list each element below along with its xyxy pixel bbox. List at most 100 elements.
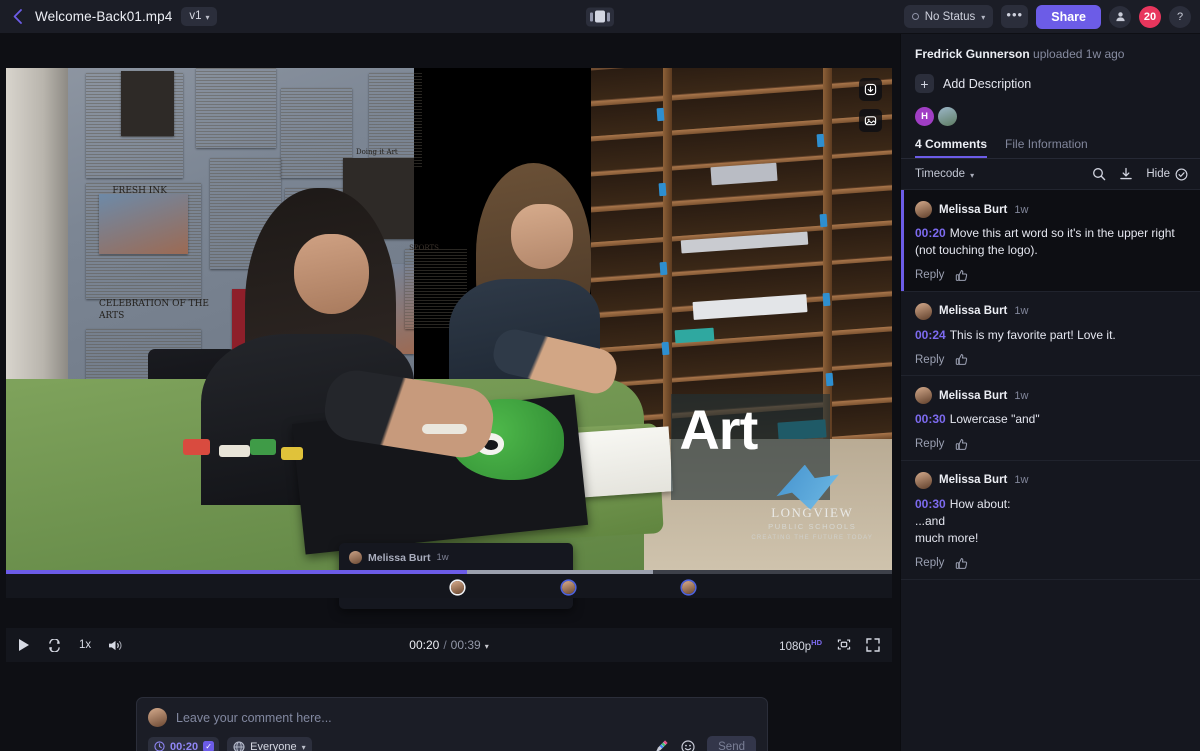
comment-input[interactable] bbox=[176, 710, 756, 725]
comment-timecode[interactable]: 00:24 bbox=[915, 328, 946, 342]
player-pane: FRESH INK CELEBRATION OF THE ARTS Doing … bbox=[0, 34, 900, 751]
composer-input-row bbox=[148, 708, 756, 727]
add-description-label: Add Description bbox=[943, 76, 1032, 91]
chevron-down-icon[interactable]: ▾ bbox=[485, 642, 489, 651]
thumbs-up-icon[interactable] bbox=[955, 557, 968, 570]
timecode-toggle[interactable]: 00:20 ✓ bbox=[148, 736, 220, 751]
avatar bbox=[915, 302, 932, 320]
comment-actions: Reply bbox=[915, 557, 1186, 570]
picture-in-picture-icon[interactable] bbox=[837, 638, 851, 651]
comment-body: 00:24 This is my favorite part! Love it. bbox=[915, 327, 1186, 344]
chevron-left-icon[interactable] bbox=[8, 8, 26, 26]
thumbs-up-icon[interactable] bbox=[955, 353, 968, 366]
top-bar: Welcome-Back01.mp4 v1 ▾ No Status ▾ ••• … bbox=[0, 0, 1200, 34]
comment-text-line: much more! bbox=[915, 531, 979, 546]
loop-icon[interactable] bbox=[47, 638, 62, 652]
comments-sidebar: Fredrick Gunnerson uploaded 1w ago + Add… bbox=[900, 34, 1200, 751]
art-supply bbox=[422, 424, 467, 435]
reply-button[interactable]: Reply bbox=[915, 557, 944, 569]
comment-timecode[interactable]: 00:30 bbox=[915, 497, 946, 511]
timecode-checkbox[interactable]: ✓ bbox=[203, 741, 215, 751]
comment-header: Melissa Burt 1w bbox=[915, 302, 1186, 320]
video-player[interactable]: FRESH INK CELEBRATION OF THE ARTS Doing … bbox=[6, 68, 892, 570]
timeline-comment-marker[interactable] bbox=[451, 581, 465, 594]
comment-item[interactable]: Melissa Burt 1w 00:30 Lowercase "and" Reply bbox=[901, 376, 1200, 461]
notification-badge[interactable]: 20 bbox=[1139, 5, 1161, 28]
comment-item[interactable]: Melissa Burt 1w 00:24 This is my favorite p… bbox=[901, 292, 1200, 377]
comment-actions: Reply bbox=[915, 353, 1186, 366]
avatar[interactable]: H bbox=[915, 107, 934, 126]
audience-selector[interactable]: Everyone ▾ bbox=[227, 736, 312, 751]
add-description-button[interactable]: + Add Description bbox=[901, 61, 1200, 93]
status-selector[interactable]: No Status ▾ bbox=[903, 5, 994, 28]
comment-timecode[interactable]: 00:30 bbox=[915, 412, 946, 426]
current-time: 00:20 bbox=[409, 638, 440, 652]
timeline-comment-marker[interactable] bbox=[681, 581, 695, 594]
thumbs-up-icon[interactable] bbox=[955, 269, 968, 282]
image-media-icon[interactable] bbox=[859, 109, 882, 132]
avatar bbox=[148, 708, 167, 727]
art-supply bbox=[218, 444, 250, 458]
panel-layout-icon[interactable] bbox=[586, 7, 614, 26]
timecode-value: 00:20 bbox=[170, 740, 199, 751]
clock-icon bbox=[154, 741, 165, 751]
avatar bbox=[915, 471, 932, 489]
avatar bbox=[349, 551, 362, 564]
comment-age: 1w bbox=[1014, 305, 1029, 318]
send-button[interactable]: Send bbox=[707, 736, 756, 751]
overlay-comment-header: Melissa Burt 1w bbox=[349, 551, 563, 564]
school-logo: LONGVIEW PUBLIC SCHOOLS CREATING THE FUT… bbox=[741, 505, 883, 541]
comment-author: Melissa Burt bbox=[939, 389, 1008, 402]
top-bar-center bbox=[586, 7, 614, 26]
reply-button[interactable]: Reply bbox=[915, 438, 944, 450]
video-frame: FRESH INK CELEBRATION OF THE ARTS Doing … bbox=[6, 68, 892, 570]
playback-speed-button[interactable]: 1x bbox=[79, 639, 91, 651]
avatar bbox=[915, 201, 932, 218]
timeline-comment-marker[interactable] bbox=[562, 581, 576, 594]
draw-pen-icon[interactable] bbox=[654, 739, 669, 751]
comment-author: Melissa Burt bbox=[939, 305, 1008, 318]
composer-toolbar: 00:20 ✓ Everyone ▾ Send bbox=[148, 736, 756, 751]
player-time-display[interactable]: 00:20 / 00:39 ▾ bbox=[409, 638, 488, 652]
file-title: Welcome-Back01.mp4 bbox=[35, 9, 173, 24]
plus-icon: + bbox=[915, 74, 934, 93]
hide-resolved-toggle[interactable]: Hide bbox=[1146, 168, 1188, 181]
overlay-comment-age: 1w bbox=[436, 552, 449, 563]
comment-composer[interactable]: 00:20 ✓ Everyone ▾ bbox=[136, 697, 768, 751]
comment-timecode[interactable]: 00:20 bbox=[915, 226, 946, 240]
comment-item[interactable]: Melissa Burt 1w 00:20 Move this art word so… bbox=[901, 190, 1200, 292]
reply-button[interactable]: Reply bbox=[915, 354, 944, 366]
avatar[interactable] bbox=[938, 107, 957, 126]
comment-age: 1w bbox=[1014, 203, 1029, 216]
share-button[interactable]: Share bbox=[1036, 4, 1101, 29]
tab-comments[interactable]: 4 Comments bbox=[915, 137, 987, 158]
comment-author: Melissa Burt bbox=[939, 474, 1008, 487]
version-selector[interactable]: v1 ▾ bbox=[181, 7, 217, 26]
tab-file-information[interactable]: File Information bbox=[1005, 137, 1088, 158]
volume-icon[interactable] bbox=[108, 639, 123, 652]
download-icon[interactable] bbox=[1119, 167, 1133, 181]
chevron-down-icon: ▾ bbox=[205, 12, 210, 22]
video-progress-area[interactable] bbox=[6, 570, 892, 598]
comment-item[interactable]: Melissa Burt 1w 00:30 How about: ...and much … bbox=[901, 461, 1200, 580]
quality-selector[interactable]: 1080pHD bbox=[779, 638, 822, 653]
emoji-icon[interactable] bbox=[681, 739, 695, 751]
more-options-button[interactable]: ••• bbox=[1001, 5, 1029, 28]
search-icon[interactable] bbox=[1092, 167, 1106, 181]
comment-header: Melissa Burt 1w bbox=[915, 387, 1186, 405]
thumbs-up-icon[interactable] bbox=[955, 438, 968, 451]
sort-selector[interactable]: Timecode ▾ bbox=[915, 168, 974, 180]
comment-body: 00:20 Move this art word so it's in the u… bbox=[915, 225, 1186, 260]
photo-clipping bbox=[99, 193, 188, 254]
fullscreen-icon[interactable] bbox=[866, 638, 880, 652]
composer-actions: Send bbox=[654, 736, 756, 751]
play-icon[interactable] bbox=[18, 638, 30, 652]
chevron-down-icon: ▾ bbox=[301, 743, 306, 751]
download-frame-icon[interactable] bbox=[859, 78, 882, 101]
comments-list[interactable]: Melissa Burt 1w 00:20 Move this art word so… bbox=[901, 190, 1200, 751]
comment-actions: Reply bbox=[915, 269, 1186, 282]
help-button[interactable]: ? bbox=[1169, 5, 1191, 28]
reply-button[interactable]: Reply bbox=[915, 269, 944, 281]
globe-icon bbox=[233, 740, 245, 751]
user-icon[interactable] bbox=[1109, 5, 1131, 28]
